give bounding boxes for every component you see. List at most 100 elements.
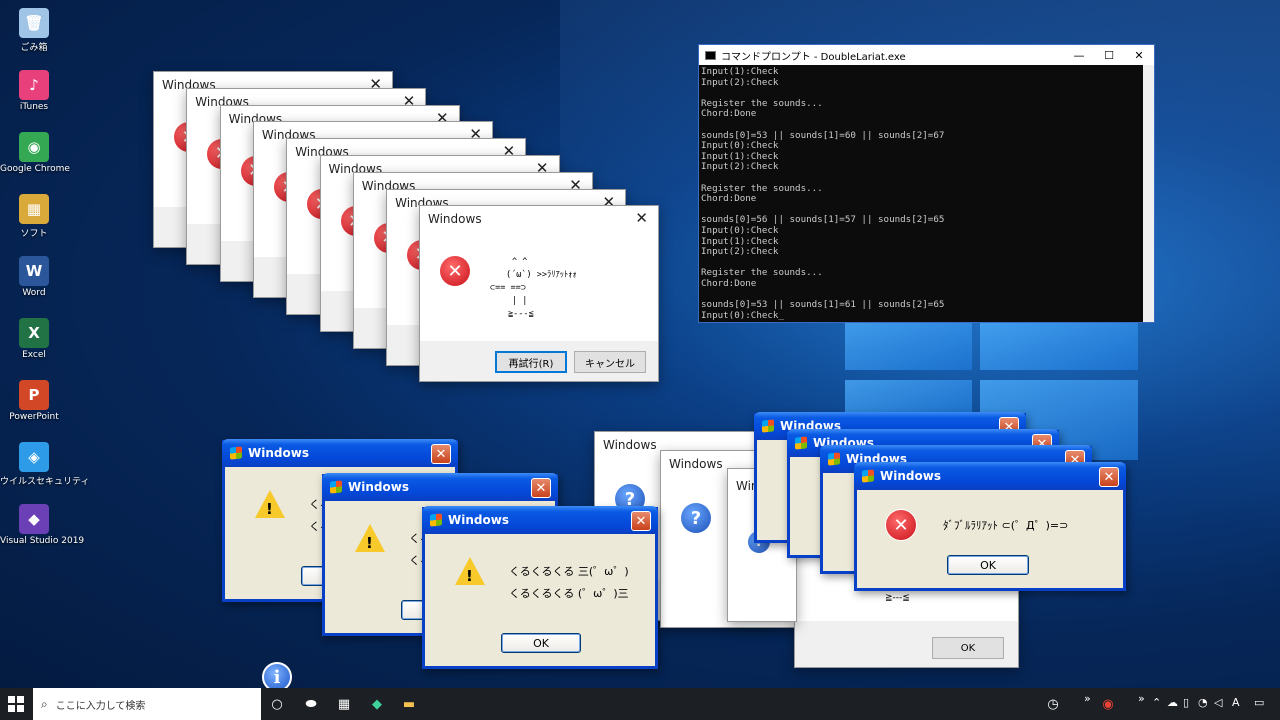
explorer-icon[interactable]: ▬ <box>398 694 420 714</box>
art-line: | | <box>512 296 528 306</box>
start-button[interactable] <box>8 696 24 712</box>
warning-mark: ! <box>466 567 473 585</box>
close-icon[interactable]: ✕ <box>431 444 451 464</box>
chrome-icon[interactable]: ◉ <box>1097 694 1119 714</box>
overflow-icon[interactable]: » <box>1138 692 1145 705</box>
task-view-icon[interactable]: ⬬ <box>300 694 322 714</box>
xp-titlebar[interactable]: Windows <box>222 439 458 467</box>
network-icon[interactable]: ◔ <box>1198 696 1208 709</box>
excel-icon: X <box>19 318 49 348</box>
desktop-icon[interactable]: P PowerPoint <box>0 380 68 422</box>
xp-titlebar[interactable]: Windows <box>322 473 558 501</box>
dialog-title: Windows <box>603 438 657 452</box>
console-line: Chord:Done <box>701 277 757 289</box>
recycle-bin-icon: 🗑 <box>19 8 49 38</box>
error-icon: ✕ <box>440 256 470 286</box>
folder-icon: ▦ <box>19 194 49 224</box>
desktop-icon[interactable]: 🗑 ごみ箱 <box>0 8 68 53</box>
cmd-icon <box>705 50 716 60</box>
console-line: Input(2):Check <box>701 246 779 258</box>
retry-button[interactable]: 再試行(R) <box>495 351 567 373</box>
console-line: Register the sounds... <box>701 267 823 279</box>
console-line: Input(1):Check <box>701 67 779 77</box>
notification-icon[interactable]: ▭ <box>1254 696 1264 709</box>
windows-flag-icon <box>330 480 342 494</box>
clock-app-icon[interactable]: ◷ <box>1042 694 1064 714</box>
close-icon[interactable]: ✕ <box>635 209 648 227</box>
console-window[interactable]: コマンドプロンプト - DoubleLariat.exe — ☐ ✕ Input… <box>698 44 1155 323</box>
close-icon[interactable]: ✕ <box>1124 45 1154 65</box>
ok-button[interactable]: OK <box>501 633 581 653</box>
desktop-icon[interactable]: ◆ Visual Studio 2019 <box>0 504 84 546</box>
console-line: Input(2):Check <box>701 76 779 88</box>
xp-titlebar[interactable]: Windows <box>422 506 658 534</box>
warning-dialog-front[interactable]: Windows ✕ ! くるくるくる 三(゜ω゜) くるくるくる (゜ω゜)三 … <box>422 506 658 669</box>
maximize-icon[interactable]: ☐ <box>1094 45 1124 65</box>
visual-studio-icon: ◆ <box>19 504 49 534</box>
word-icon: W <box>19 256 49 286</box>
console-line: Input(2):Check <box>701 161 779 173</box>
volume-icon[interactable]: ◁ <box>1214 696 1222 709</box>
cortana-icon[interactable]: ○ <box>266 694 288 714</box>
search-icon: ⌕ <box>41 696 48 711</box>
xp-titlebar[interactable]: Windows <box>854 462 1126 490</box>
error-icon: ✕ <box>885 509 917 541</box>
close-icon[interactable]: ✕ <box>1099 467 1119 487</box>
console-output[interactable]: Input(1):Check Input(2):Check Register the… <box>701 67 1142 322</box>
warning-mark: ! <box>266 500 273 518</box>
desktop-icon-label: Excel <box>22 350 46 360</box>
desktop-icon[interactable]: ▦ ソフト <box>0 194 68 239</box>
taskbar: ⌕ ここに入力して検索 ○ ⬬ ▦ ◆ ▬ ◷ » ◉ » ⌃ ☁ ▯ ◔ ◁ … <box>0 688 1280 720</box>
error-message: ﾀﾞﾌﾞﾙﾗﾘｱｯﾄ ⊂(゜Д゜)=⊃ <box>943 519 1069 532</box>
desktop-icon[interactable]: ◉ Google Chrome <box>0 132 70 174</box>
message-line-2: くるくるくる (゜ω゜)三 <box>509 587 629 600</box>
desktop-icon[interactable]: ◈ ウイルスセキュリティ <box>0 442 89 487</box>
dialog-title: Windows <box>448 513 509 527</box>
desktop-icon-label: ソフト <box>20 229 48 239</box>
logo-pane <box>980 318 1138 370</box>
windows-flag-icon <box>762 419 774 433</box>
chrome-icon: ◉ <box>19 132 49 162</box>
battery-icon[interactable]: ▯ <box>1183 696 1189 709</box>
onedrive-icon[interactable]: ☁ <box>1167 696 1178 709</box>
film-icon[interactable]: ▦ <box>333 694 355 714</box>
message-line-1: くるくるくる 三(゜ω゜) <box>509 565 629 578</box>
tray-chevron-icon[interactable]: ⌃ <box>1152 696 1161 709</box>
desktop-icon[interactable]: ♪ iTunes <box>0 70 68 112</box>
console-line: Register the sounds... <box>701 97 823 109</box>
art-line: ≧---≦ <box>508 309 534 319</box>
search-placeholder: ここに入力して検索 <box>55 700 146 712</box>
dialog-title: Windows <box>669 457 723 471</box>
windows-flag-icon <box>828 452 840 466</box>
dialog-title: Windows <box>248 446 309 460</box>
desktop-icon[interactable]: X Excel <box>0 318 68 360</box>
desktop-icon-label: iTunes <box>19 102 49 112</box>
ascii-tail: ≧---≦ <box>885 593 910 603</box>
windows-flag-icon <box>795 436 807 450</box>
art-line: (´ω`) >>ﾗﾘｱｯﾄｫｫ <box>506 270 577 280</box>
error-dialog-front[interactable]: Windows ✕ ✕ ﾀﾞﾌﾞﾙﾗﾘｱｯﾄ ⊂(゜Д゜)=⊃ OK <box>854 462 1126 591</box>
close-icon[interactable]: ✕ <box>531 478 551 498</box>
ime-indicator[interactable]: A <box>1232 696 1240 709</box>
desktop-icon[interactable]: W Word <box>0 256 68 298</box>
cancel-button[interactable]: キャンセル <box>574 351 646 373</box>
console-line: Chord:Done <box>701 108 757 120</box>
search-box[interactable]: ⌕ ここに入力して検索 <box>33 688 261 720</box>
ok-button[interactable]: OK <box>932 637 1004 659</box>
app-icon[interactable]: ◆ <box>366 694 388 714</box>
ok-button[interactable]: OK <box>947 555 1029 575</box>
minimize-icon[interactable]: — <box>1064 45 1094 65</box>
windows-flag-icon <box>430 513 442 527</box>
console-scrollbar[interactable] <box>1143 65 1154 322</box>
console-line: Register the sounds... <box>701 182 823 194</box>
close-icon[interactable]: ✕ <box>631 511 651 531</box>
windows-flag-icon <box>862 469 874 483</box>
desktop-icon-label: PowerPoint <box>9 412 59 422</box>
dialog-title: Windows <box>348 480 409 494</box>
desktop-icon-label: Google Chrome <box>0 164 70 174</box>
question-icon: ? <box>681 503 711 533</box>
art-line: ⊂== ==⊃ <box>490 283 526 293</box>
error-dialog-front[interactable]: Windows ✕ ✕ ^ ^ (´ω`) >>ﾗﾘｱｯﾄｫｫ ⊂== ==⊃ … <box>419 205 659 382</box>
overflow-icon[interactable]: » <box>1084 692 1091 705</box>
